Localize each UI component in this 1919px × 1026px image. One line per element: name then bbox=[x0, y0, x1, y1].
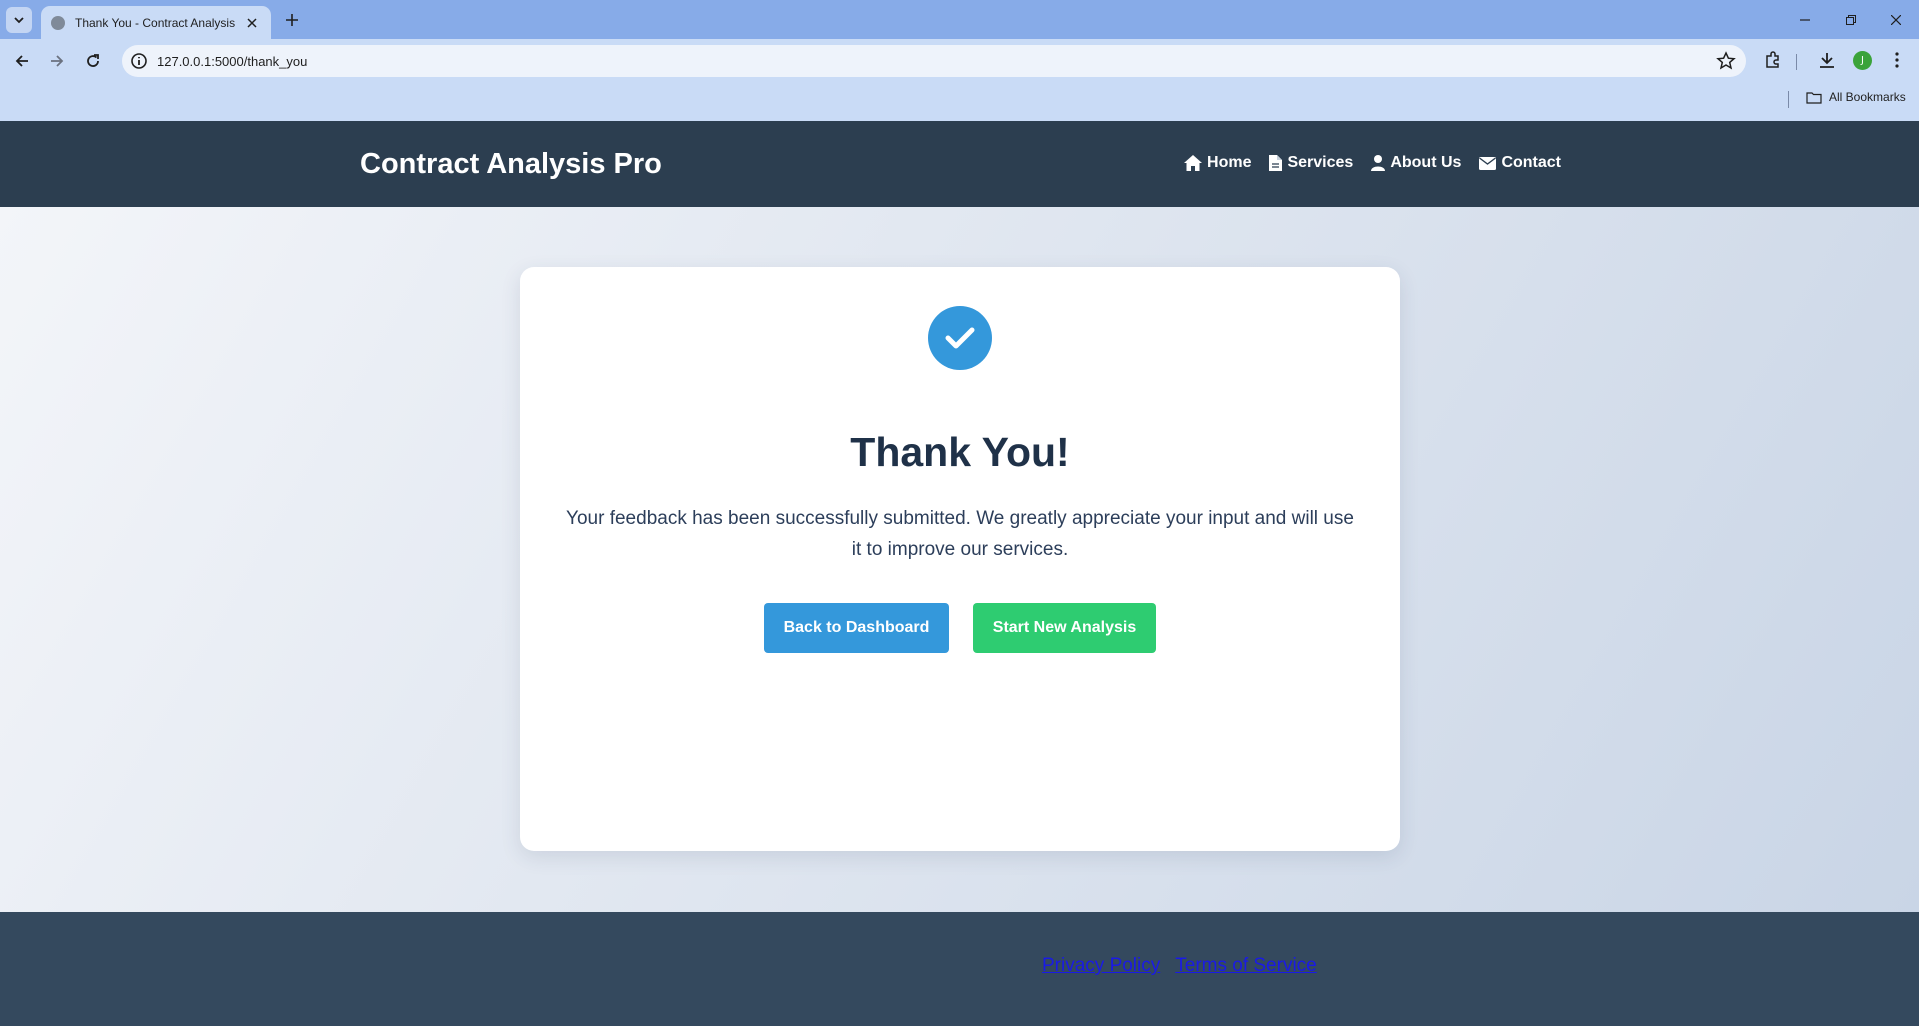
user-icon bbox=[1371, 155, 1386, 171]
star-icon[interactable] bbox=[1716, 51, 1736, 71]
confirmation-message: Your feedback has been successfully subm… bbox=[566, 508, 1354, 560]
browser-tab[interactable]: Thank You - Contract Analysis Pro bbox=[41, 6, 271, 39]
bookmarks-divider bbox=[1788, 91, 1789, 108]
arrow-right-icon bbox=[51, 55, 64, 67]
footer-links: Privacy Policy Terms of Service bbox=[1042, 955, 1317, 977]
reload-button[interactable] bbox=[80, 48, 106, 74]
url-text[interactable]: 127.0.0.1:5000/thank_you bbox=[157, 54, 307, 69]
reload-icon bbox=[87, 54, 99, 67]
nav-home-label: Home bbox=[1207, 154, 1252, 171]
nav-about[interactable]: About Us bbox=[1371, 154, 1461, 172]
all-bookmarks-button[interactable]: All Bookmarks bbox=[1806, 90, 1906, 104]
toolbar-divider bbox=[1796, 54, 1797, 70]
globe-icon bbox=[51, 15, 65, 30]
nav-contact[interactable]: Contact bbox=[1479, 154, 1561, 172]
main-content: Thank You! Your feedback has been succes… bbox=[0, 207, 1919, 912]
downloads-button[interactable] bbox=[1816, 49, 1838, 71]
arrow-left-icon bbox=[15, 55, 28, 67]
chevron-down-icon bbox=[14, 17, 24, 24]
forward-button[interactable] bbox=[44, 48, 70, 74]
new-tab-button[interactable] bbox=[281, 9, 303, 31]
site-footer: Privacy Policy Terms of Service bbox=[0, 912, 1919, 1026]
start-new-analysis-button[interactable]: Start New Analysis bbox=[973, 603, 1156, 653]
back-button[interactable] bbox=[9, 48, 35, 74]
browser-toolbar: 127.0.0.1:5000/thank_you J bbox=[0, 39, 1919, 82]
close-icon bbox=[1891, 15, 1901, 25]
restore-button[interactable] bbox=[1839, 8, 1863, 32]
page-title: Thank You! bbox=[850, 429, 1070, 475]
nav-services-label: Services bbox=[1287, 154, 1354, 171]
back-to-dashboard-button[interactable]: Back to Dashboard bbox=[764, 603, 949, 653]
check-icon bbox=[945, 327, 975, 349]
nav-services[interactable]: Services bbox=[1269, 154, 1353, 172]
profile-avatar[interactable]: J bbox=[1853, 51, 1872, 70]
nav-about-label: About Us bbox=[1390, 154, 1462, 171]
folder-icon bbox=[1806, 91, 1822, 104]
address-bar[interactable]: 127.0.0.1:5000/thank_you bbox=[122, 45, 1746, 77]
envelope-icon bbox=[1479, 156, 1497, 170]
close-window-button[interactable] bbox=[1884, 8, 1908, 32]
main-nav: Home Services About Us Contact bbox=[1184, 154, 1561, 172]
info-icon[interactable] bbox=[130, 52, 148, 70]
site-header: Contract Analysis Pro Home Services Abou… bbox=[0, 121, 1919, 207]
more-vertical-icon bbox=[1895, 52, 1899, 68]
file-icon bbox=[1269, 155, 1283, 171]
tab-title: Thank You - Contract Analysis Pro bbox=[75, 15, 237, 30]
thank-you-card: Thank You! Your feedback has been succes… bbox=[520, 267, 1400, 851]
extensions-button[interactable] bbox=[1762, 49, 1784, 71]
check-circle-icon bbox=[928, 306, 992, 370]
nav-home[interactable]: Home bbox=[1184, 154, 1251, 172]
menu-button[interactable] bbox=[1886, 49, 1908, 71]
site-brand[interactable]: Contract Analysis Pro bbox=[360, 148, 662, 181]
close-icon[interactable] bbox=[243, 14, 261, 32]
plus-icon bbox=[286, 14, 298, 26]
restore-icon bbox=[1846, 15, 1856, 25]
download-icon bbox=[1820, 53, 1834, 68]
nav-contact-label: Contact bbox=[1501, 154, 1561, 171]
all-bookmarks-label: All Bookmarks bbox=[1829, 90, 1906, 104]
terms-of-service-link[interactable]: Terms of Service bbox=[1175, 955, 1316, 977]
puzzle-icon bbox=[1766, 51, 1779, 68]
minimize-icon bbox=[1800, 19, 1810, 21]
browser-tab-bar: Thank You - Contract Analysis Pro bbox=[0, 0, 1919, 39]
home-icon bbox=[1184, 155, 1203, 171]
privacy-policy-link[interactable]: Privacy Policy bbox=[1042, 955, 1160, 977]
bookmarks-bar: All Bookmarks bbox=[0, 82, 1919, 121]
tab-search-button[interactable] bbox=[6, 7, 32, 33]
minimize-button[interactable] bbox=[1793, 8, 1817, 32]
